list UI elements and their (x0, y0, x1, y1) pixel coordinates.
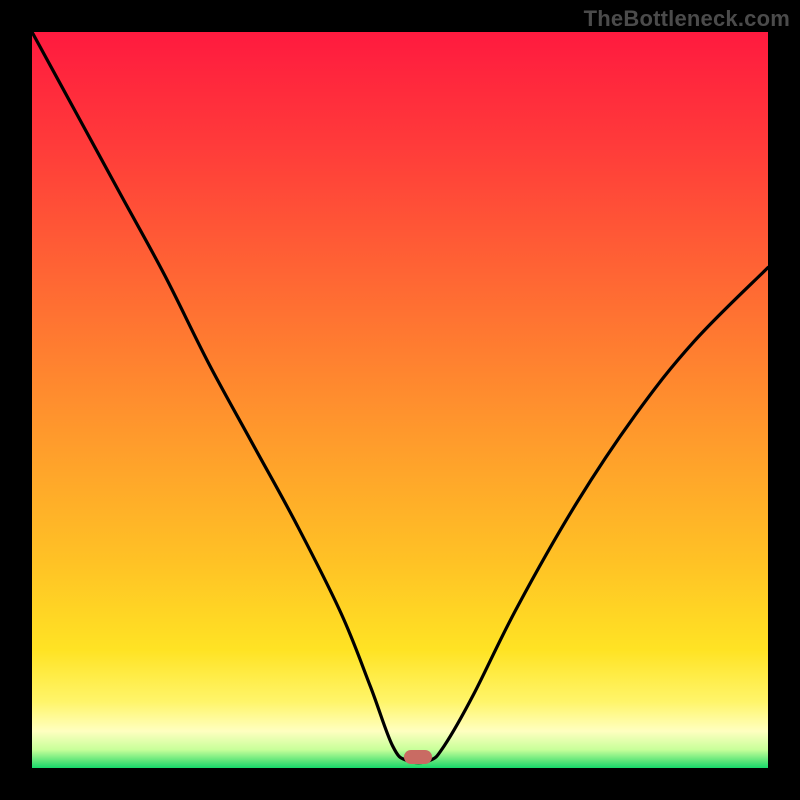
optimal-marker (404, 750, 432, 764)
plot-area (32, 32, 768, 768)
bottleneck-curve (32, 32, 768, 768)
watermark-text: TheBottleneck.com (584, 6, 790, 32)
chart-frame: TheBottleneck.com (0, 0, 800, 800)
